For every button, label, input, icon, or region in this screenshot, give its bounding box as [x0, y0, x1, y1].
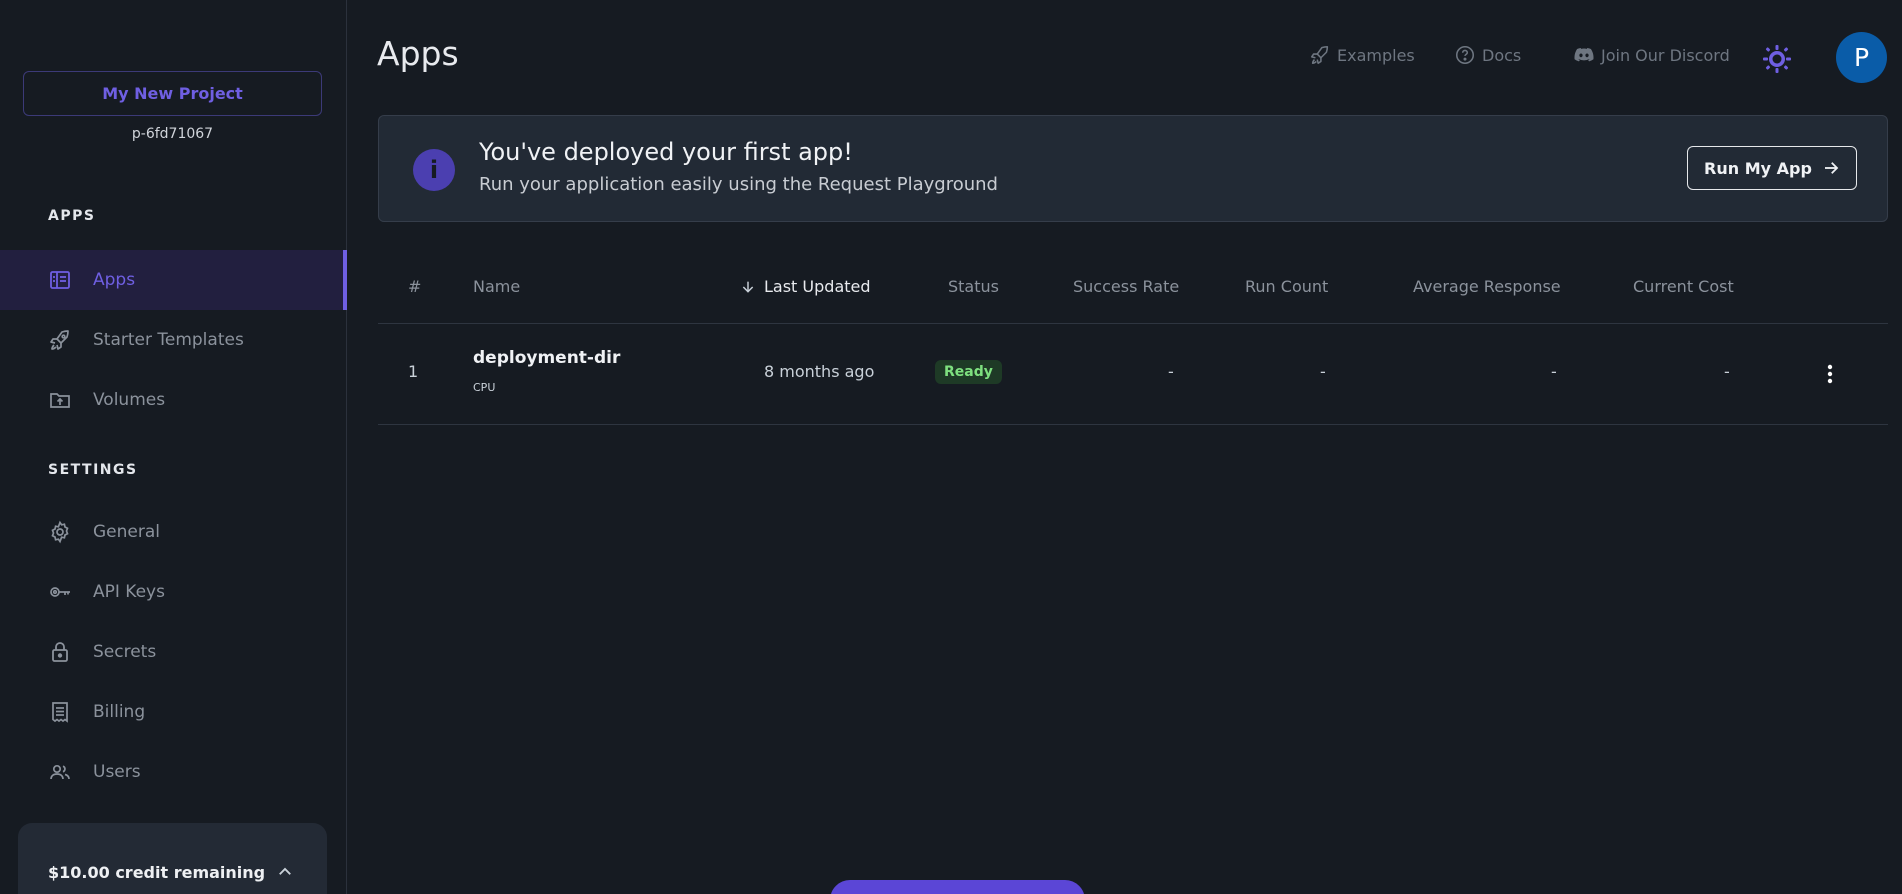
- key-icon: [48, 580, 72, 604]
- page-title: Apps: [377, 34, 459, 73]
- credit-panel[interactable]: $10.00 credit remaining: [18, 823, 327, 894]
- docs-link-label: Docs: [1482, 45, 1522, 65]
- column-header-run-count[interactable]: Run Count: [1245, 277, 1328, 296]
- sidebar-item-secrets[interactable]: Secrets: [0, 622, 347, 682]
- sidebar-item-billing[interactable]: Billing: [0, 682, 347, 742]
- info-icon: i: [413, 149, 455, 191]
- users-icon: [48, 760, 72, 784]
- app-type: CPU: [473, 381, 496, 394]
- examples-link-label: Examples: [1337, 45, 1415, 65]
- discord-link-label: Join Our Discord: [1601, 45, 1730, 65]
- sidebar-item-label: Billing: [93, 702, 146, 722]
- banner-subtitle: Run your application easily using the Re…: [479, 174, 998, 195]
- floating-action-button[interactable]: [830, 880, 1085, 894]
- folder-upload-icon: [48, 388, 72, 412]
- sidebar-item-label: Volumes: [93, 390, 166, 410]
- column-header-label: Last Updated: [764, 277, 871, 296]
- user-avatar[interactable]: P: [1836, 32, 1887, 83]
- average-response-value: -: [1551, 362, 1557, 381]
- section-heading-apps: APPS: [48, 208, 96, 224]
- success-rate-value: -: [1168, 362, 1174, 381]
- app-name-link[interactable]: deployment-dir: [473, 348, 620, 368]
- current-cost-value: -: [1724, 362, 1730, 381]
- sidebar-item-apps[interactable]: Apps: [0, 250, 347, 310]
- row-index: 1: [408, 362, 419, 381]
- theme-toggle-icon[interactable]: [1762, 44, 1792, 74]
- discord-icon: [1574, 47, 1594, 62]
- receipt-icon: [48, 700, 72, 724]
- sidebar: My New Project p-6fd71067 APPS Apps Star…: [0, 0, 347, 894]
- arrow-right-icon: [1824, 162, 1839, 174]
- help-circle-icon: [1455, 45, 1475, 65]
- credit-remaining: $10.00 credit remaining: [48, 863, 266, 882]
- column-header-current-cost[interactable]: Current Cost: [1633, 277, 1734, 296]
- status-badge: Ready: [935, 360, 1002, 384]
- sidebar-item-users[interactable]: Users: [0, 742, 347, 802]
- sidebar-item-label: Users: [93, 762, 141, 782]
- rocket-icon: [48, 328, 72, 352]
- column-header-last-updated[interactable]: Last Updated: [740, 277, 871, 296]
- table-row[interactable]: 1 deployment-dir CPU 8 months ago Ready …: [378, 324, 1888, 425]
- last-updated: 8 months ago: [764, 362, 875, 381]
- docs-link[interactable]: Docs: [1454, 44, 1521, 66]
- banner-title: You've deployed your first app!: [479, 138, 853, 166]
- sidebar-item-general[interactable]: General: [0, 502, 347, 562]
- run-my-app-button[interactable]: Run My App: [1687, 146, 1857, 190]
- deploy-success-banner: i You've deployed your first app! Run yo…: [378, 115, 1888, 222]
- column-header-success-rate[interactable]: Success Rate: [1073, 277, 1179, 296]
- column-header-index: #: [408, 277, 422, 296]
- more-options-icon[interactable]: [1818, 362, 1842, 386]
- rocket-icon: [1310, 45, 1329, 65]
- sidebar-item-label: Secrets: [93, 642, 157, 662]
- gear-icon: [48, 520, 72, 544]
- run-my-app-label: Run My App: [1704, 158, 1812, 178]
- sidebar-item-label: Apps: [93, 270, 136, 290]
- chevron-up-icon[interactable]: [276, 863, 294, 881]
- run-count-value: -: [1320, 362, 1326, 381]
- sidebar-item-api-keys[interactable]: API Keys: [0, 562, 347, 622]
- section-heading-settings: SETTINGS: [48, 462, 138, 478]
- apps-icon: [48, 268, 72, 292]
- sidebar-item-label: Starter Templates: [93, 330, 244, 350]
- column-header-status[interactable]: Status: [948, 277, 999, 296]
- discord-link[interactable]: Join Our Discord: [1573, 44, 1730, 66]
- sidebar-item-starter-templates[interactable]: Starter Templates: [0, 310, 347, 370]
- column-header-average-response[interactable]: Average Response: [1413, 277, 1561, 296]
- sidebar-item-label: API Keys: [93, 582, 165, 602]
- sidebar-item-label: General: [93, 522, 160, 542]
- project-id: p-6fd71067: [131, 126, 214, 142]
- arrow-down-icon: [742, 281, 754, 293]
- column-header-name[interactable]: Name: [473, 277, 520, 296]
- project-selector-button[interactable]: My New Project: [23, 71, 322, 116]
- examples-link[interactable]: Examples: [1309, 44, 1415, 66]
- sidebar-item-volumes[interactable]: Volumes: [0, 370, 347, 430]
- lock-icon: [48, 640, 72, 664]
- apps-table-header: # Name Last Updated Status Success Rate …: [378, 270, 1888, 324]
